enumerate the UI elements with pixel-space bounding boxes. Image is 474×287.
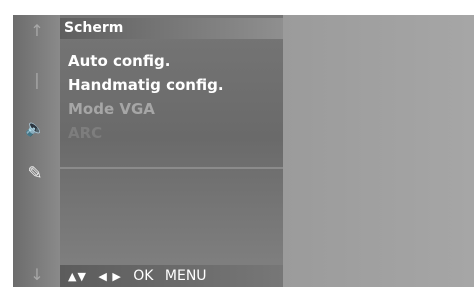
ok-label: OK — [133, 268, 154, 284]
left-right-icon: ◀ ▶ — [98, 270, 122, 283]
menu-list: Auto config. Handmatig config. Mode VGA … — [68, 49, 224, 145]
tv-osd-screen: ↑ | 🔈 ✎ ↓ Scherm Auto config. Handmatig … — [13, 15, 474, 287]
arrow-down-icon[interactable]: ↓ — [27, 265, 47, 284]
speaker-icon[interactable]: 🔈 — [25, 118, 45, 137]
menu-item-auto-config[interactable]: Auto config. — [68, 49, 224, 73]
up-down-icon: ▲▼ — [68, 270, 87, 283]
separator-icon: | — [34, 70, 40, 89]
category-strip: ↑ | 🔈 ✎ ↓ — [13, 15, 60, 287]
menu-title: Scherm — [60, 18, 283, 39]
divider — [60, 167, 283, 169]
menu-item-arc: ARC — [68, 124, 103, 142]
menu-item-mode-vga: Mode VGA — [68, 100, 155, 118]
screen-menu-panel: Scherm Auto config. Handmatig config. Mo… — [60, 15, 283, 287]
menu-item-manual-config[interactable]: Handmatig config. — [68, 73, 224, 97]
help-bar: ▲▼ ◀ ▶ OK MENU — [60, 265, 283, 287]
menu-label: MENU — [164, 268, 207, 284]
satellite-dish-icon[interactable]: ✎ — [25, 163, 45, 184]
arrow-up-icon[interactable]: ↑ — [27, 21, 47, 40]
